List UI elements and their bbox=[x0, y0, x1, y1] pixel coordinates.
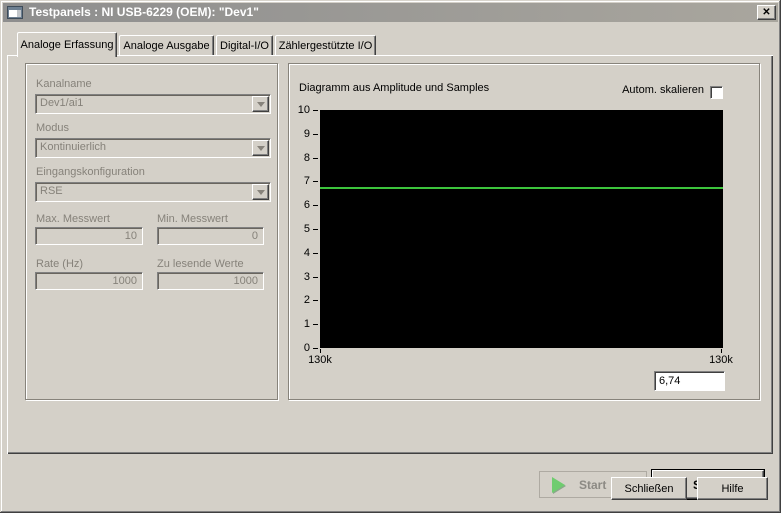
rate-field[interactable]: 1000 bbox=[35, 272, 143, 290]
min-messwert-label: Min. Messwert bbox=[157, 213, 228, 225]
modus-dropdown-button[interactable] bbox=[252, 140, 269, 156]
y-tick: 3 bbox=[303, 271, 310, 283]
waveform-plot[interactable] bbox=[320, 110, 723, 348]
kanalname-value: Dev1/ai1 bbox=[40, 97, 84, 109]
schliessen-button-label: Schließen bbox=[624, 482, 674, 495]
close-icon: ✕ bbox=[762, 6, 771, 18]
signal-trace bbox=[320, 187, 723, 189]
title-bar[interactable]: Testpanels : NI USB-6229 (OEM): "Dev1" ✕ bbox=[3, 3, 778, 22]
window-title: Testpanels : NI USB-6229 (OEM): "Dev1" bbox=[29, 5, 259, 19]
tab-zaehlergestuetzte-io[interactable]: Zählergestützte I/O bbox=[275, 35, 376, 55]
x-tick-right bbox=[721, 349, 722, 353]
y-tick: 4 bbox=[303, 247, 310, 259]
kanalname-select[interactable]: Dev1/ai1 bbox=[35, 94, 271, 114]
amplitude-value: 6,74 bbox=[659, 375, 681, 387]
tab-label: Analoge Ausgabe bbox=[123, 39, 210, 52]
chevron-down-icon bbox=[256, 101, 265, 107]
y-tick: 7 bbox=[303, 175, 310, 187]
kanalname-label: Kanalname bbox=[36, 78, 92, 90]
tab-digital-io[interactable]: Digital-I/O bbox=[216, 35, 273, 55]
x-tick-left bbox=[320, 349, 321, 353]
dialog-window: Testpanels : NI USB-6229 (OEM): "Dev1" ✕… bbox=[0, 0, 781, 513]
tab-label: Analoge Erfassung bbox=[20, 39, 114, 51]
y-tick: 2 bbox=[303, 294, 310, 306]
hilfe-button[interactable]: Hilfe bbox=[697, 477, 768, 500]
play-icon bbox=[552, 476, 565, 493]
close-button[interactable]: ✕ bbox=[757, 5, 776, 20]
rate-value: 1000 bbox=[112, 275, 137, 287]
y-tick: 6 bbox=[303, 199, 310, 211]
x-label-left: 130k bbox=[308, 354, 332, 366]
max-messwert-value: 10 bbox=[124, 230, 137, 242]
amplitude-indicator: 6,74 bbox=[654, 371, 725, 391]
modus-value: Kontinuierlich bbox=[40, 141, 107, 153]
app-icon bbox=[7, 6, 23, 19]
start-button-label: Start bbox=[579, 477, 607, 492]
y-tick: 9 bbox=[303, 128, 310, 140]
x-label-right: 130k bbox=[709, 354, 733, 366]
zu-lesende-werte-label: Zu lesende Werte bbox=[157, 258, 244, 270]
chart-title: Diagramm aus Amplitude und Samples bbox=[299, 82, 490, 94]
y-tick: 5 bbox=[303, 223, 310, 235]
eingangskonfiguration-value: RSE bbox=[40, 185, 63, 197]
y-tick: 8 bbox=[303, 152, 310, 164]
max-messwert-label: Max. Messwert bbox=[36, 213, 110, 225]
tab-label: Zählergestützte I/O bbox=[278, 39, 373, 52]
tab-label: Digital-I/O bbox=[220, 39, 269, 52]
eingangskonfiguration-select[interactable]: RSE bbox=[35, 182, 271, 202]
autoscale-label: Autom. skalieren bbox=[622, 84, 704, 96]
zu-lesende-werte-field[interactable]: 1000 bbox=[157, 272, 264, 290]
tab-analoge-ausgabe[interactable]: Analoge Ausgabe bbox=[119, 35, 214, 55]
modus-select[interactable]: Kontinuierlich bbox=[35, 138, 271, 158]
tab-analoge-erfassung[interactable]: Analoge Erfassung bbox=[17, 32, 117, 57]
autoscale-checkbox[interactable] bbox=[710, 86, 723, 99]
rate-label: Rate (Hz) bbox=[36, 258, 84, 270]
schliessen-button[interactable]: Schließen bbox=[611, 477, 687, 500]
y-tick: 1 bbox=[303, 318, 310, 330]
min-messwert-value: 0 bbox=[251, 230, 258, 242]
y-tick: 10 bbox=[297, 104, 310, 116]
zu-lesende-werte-value: 1000 bbox=[233, 275, 258, 287]
min-messwert-field[interactable]: 0 bbox=[157, 227, 264, 245]
y-tick: 0 bbox=[303, 342, 310, 354]
chevron-down-icon bbox=[256, 189, 265, 195]
max-messwert-field[interactable]: 10 bbox=[35, 227, 143, 245]
chevron-down-icon bbox=[256, 145, 265, 151]
eingangskonfiguration-label: Eingangskonfiguration bbox=[36, 166, 145, 178]
eingangskonfiguration-dropdown-button[interactable] bbox=[252, 184, 269, 200]
modus-label: Modus bbox=[36, 122, 70, 134]
hilfe-button-label: Hilfe bbox=[721, 482, 744, 495]
kanalname-dropdown-button[interactable] bbox=[252, 96, 269, 112]
